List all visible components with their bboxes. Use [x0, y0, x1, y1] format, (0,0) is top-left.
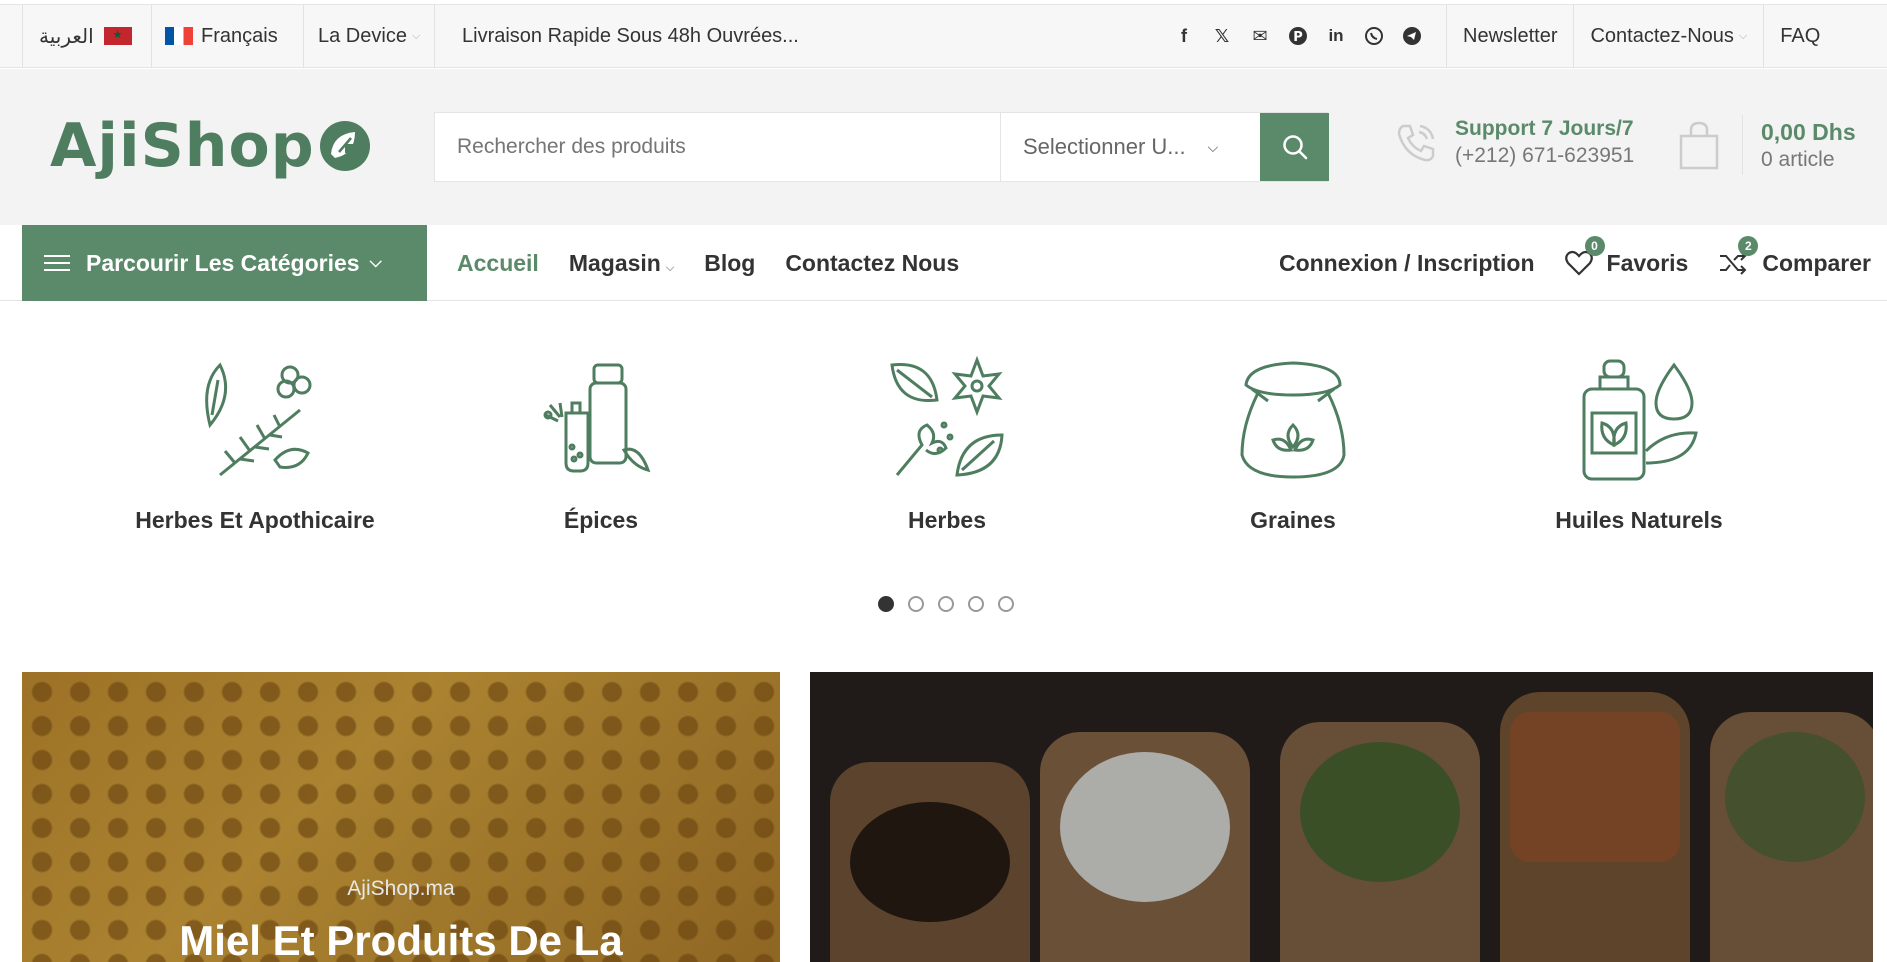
browse-categories-label: Parcourir Les Catégories	[86, 249, 360, 276]
carousel-dot[interactable]	[998, 596, 1014, 612]
mail-icon[interactable]: ✉	[1248, 24, 1272, 48]
banner-spices[interactable]	[810, 672, 1873, 962]
linkedin-icon[interactable]: in	[1324, 24, 1348, 48]
logo-text: AjiShop	[50, 111, 315, 181]
chevron-down-icon: ⌵	[369, 254, 382, 271]
shopping-bag-icon	[1679, 121, 1719, 170]
carousel-pagination	[878, 596, 1014, 612]
promo-label: Livraison Rapide Sous 48h Ouvrées...	[462, 24, 799, 47]
language-french-label: Français	[201, 24, 278, 47]
cart-divider	[1742, 115, 1743, 175]
category-card[interactable]: Herbes Et Apothicaire	[82, 355, 428, 534]
favorites-link[interactable]: 0 Favoris	[1564, 235, 1689, 277]
spices-icon	[543, 363, 651, 473]
grains-sack-icon	[1240, 361, 1346, 479]
pinterest-icon[interactable]: P	[1286, 24, 1310, 48]
carousel-dot[interactable]	[938, 596, 954, 612]
language-french[interactable]: Français	[165, 4, 278, 68]
nav-link-magasin[interactable]: Magasin ⌵	[569, 250, 674, 277]
favorites-label: Favoris	[1606, 249, 1689, 276]
chevron-down-icon: ⌵	[411, 29, 421, 42]
compare-link[interactable]: 2 Comparer	[1718, 235, 1871, 277]
nav-link-blog[interactable]: Blog	[704, 250, 755, 277]
category-card[interactable]: Huiles Naturels	[1466, 355, 1812, 534]
category-label: Graines	[1250, 507, 1336, 533]
contact-label: Contactez-Nous	[1590, 24, 1734, 47]
category-label: Épices	[563, 507, 639, 533]
facebook-icon[interactable]: f	[1172, 24, 1196, 48]
category-select[interactable]: Selectionner U... ⌵	[1000, 113, 1260, 181]
faq-label: FAQ	[1780, 24, 1821, 47]
whatsapp-icon[interactable]	[1362, 24, 1386, 48]
category-card[interactable]: Graines	[1120, 355, 1466, 534]
support-info: Support 7 Jours/7 (+212) 671-623951	[1393, 117, 1634, 168]
chevron-down-icon: ⌵	[665, 261, 675, 274]
newsletter-label: Newsletter	[1463, 24, 1558, 47]
svg-text:P: P	[1293, 30, 1303, 45]
telegram-icon[interactable]	[1400, 24, 1424, 48]
search-button[interactable]	[1260, 113, 1329, 181]
compare-badge: 2	[1738, 235, 1759, 256]
currency-selector[interactable]: La Device ⌵	[303, 4, 436, 68]
compare-label: Comparer	[1762, 249, 1871, 276]
banner-honey[interactable]: AjiShop.ma Miel Et Produits De La	[22, 672, 780, 962]
category-label: Huiles Naturels	[1555, 507, 1723, 533]
carousel-dot[interactable]	[878, 596, 894, 612]
language-arabic-label: العربية	[39, 25, 94, 48]
hamburger-icon	[44, 250, 70, 276]
category-card[interactable]: Herbes	[774, 355, 1120, 534]
category-label: Herbes Et Apothicaire	[135, 507, 375, 533]
support-title: Support 7 Jours/7	[1455, 117, 1634, 140]
chevron-down-icon: ⌵	[1207, 138, 1219, 155]
phone-icon	[1397, 124, 1435, 161]
social-links: f 𝕏 ✉ P in	[1172, 4, 1424, 68]
banner-subtitle: AjiShop.ma	[347, 877, 455, 900]
banner-overlay	[810, 672, 1873, 962]
nav-link-magasin-label: Magasin	[568, 249, 661, 276]
oil-bottle-icon	[1582, 359, 1698, 481]
category-card[interactable]: Épices	[428, 355, 774, 534]
site-logo[interactable]: AjiShop	[50, 111, 373, 181]
carousel-dot[interactable]	[968, 596, 984, 612]
favorites-badge: 0	[1584, 235, 1605, 256]
main-header: AjiShop Selectionner U... ⌵ Support 7 Jo…	[0, 69, 1887, 225]
carousel-dot[interactable]	[908, 596, 924, 612]
nav-links: Accueil Magasin ⌵ Blog Contactez Nous	[457, 225, 959, 301]
category-label: Herbes	[908, 507, 986, 533]
support-phone[interactable]: (+212) 671-623951	[1455, 144, 1634, 168]
search-bar: Selectionner U... ⌵	[434, 112, 1329, 182]
logo-leaf-icon	[319, 121, 370, 171]
browse-categories-button[interactable]: Parcourir Les Catégories ⌵	[22, 225, 427, 301]
cart-amount: 0,00 Dhs	[1761, 118, 1856, 145]
herbs-apothecary-icon	[205, 362, 312, 477]
newsletter-link[interactable]: Newsletter	[1446, 4, 1573, 68]
cart-count: 0 article	[1761, 147, 1835, 171]
login-register-link[interactable]: Connexion / Inscription	[1279, 250, 1535, 277]
nav-account: Connexion / Inscription 0 Favoris 2 Comp…	[1279, 225, 1871, 301]
cart[interactable]: 0,00 Dhs 0 article	[1678, 115, 1856, 175]
morocco-flag-icon	[103, 27, 132, 45]
category-carousel: Herbes Et Apothicaire Épices Herbes Grai…	[0, 355, 1887, 555]
france-flag-icon	[165, 27, 193, 45]
promo-text: Livraison Rapide Sous 48h Ouvrées...	[446, 4, 799, 68]
search-input[interactable]	[435, 113, 1000, 181]
x-icon[interactable]: 𝕏	[1210, 24, 1234, 48]
chevron-down-icon: ⌵	[1738, 29, 1748, 42]
nav-link-accueil[interactable]: Accueil	[457, 250, 539, 277]
contact-link[interactable]: Contactez-Nous ⌵	[1573, 4, 1763, 68]
nav-link-contact[interactable]: Contactez Nous	[785, 250, 959, 277]
main-nav: Parcourir Les Catégories ⌵ Accueil Magas…	[0, 225, 1887, 301]
top-links: Newsletter Contactez-Nous ⌵ FAQ	[1446, 4, 1836, 68]
banner-title: Miel Et Produits De La	[179, 917, 623, 962]
top-bar: العربية Français La Device ⌵ Livraison R…	[0, 4, 1887, 68]
search-icon	[1282, 135, 1307, 160]
currency-label: La Device	[318, 24, 407, 47]
faq-link[interactable]: FAQ	[1763, 4, 1836, 68]
language-arabic[interactable]: العربية	[22, 4, 152, 68]
herbs-icon	[890, 355, 1004, 477]
category-select-label: Selectionner U...	[1023, 134, 1186, 159]
